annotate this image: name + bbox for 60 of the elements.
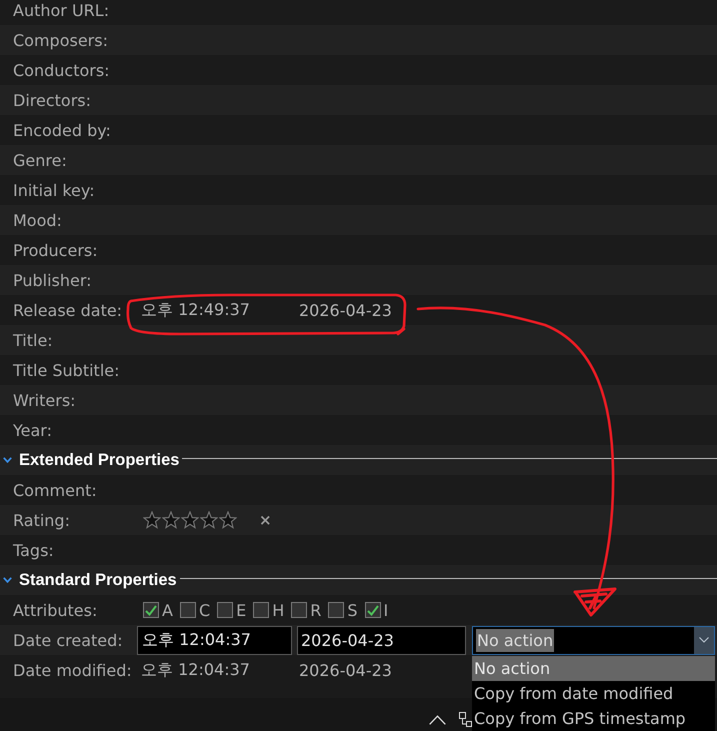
field-label: Writers: <box>13 390 77 410</box>
field-label: Comment: <box>13 480 98 500</box>
action-combobox[interactable]: No action <box>472 626 715 654</box>
star-icon[interactable] <box>200 511 218 529</box>
checkbox[interactable] <box>364 602 381 618</box>
checkbox[interactable] <box>328 602 344 618</box>
star-rating[interactable] <box>143 511 237 529</box>
star-icon[interactable] <box>181 511 199 529</box>
field-label: Release date: <box>13 300 124 320</box>
checkbox-label[interactable]: H <box>272 600 284 620</box>
section-header[interactable]: Standard Properties <box>0 565 717 595</box>
combobox-value: No action <box>476 628 554 652</box>
field-label: Year: <box>13 420 53 440</box>
star-icon[interactable] <box>219 511 237 529</box>
caret-up-icon[interactable] <box>429 715 446 725</box>
date-value: 2026-04-23 <box>298 300 392 320</box>
star-icon[interactable] <box>162 511 180 529</box>
star-icon[interactable] <box>143 511 161 529</box>
dropdown-arrow-button[interactable] <box>694 626 714 654</box>
chevron-down-icon <box>3 457 12 463</box>
dropdown-option[interactable]: No action <box>472 656 715 680</box>
field-label: Genre: <box>13 150 68 170</box>
field-label: Encoded by: <box>13 120 112 140</box>
field-label: Title: <box>13 330 54 350</box>
clear-rating-button[interactable]: × <box>257 511 274 529</box>
field-label: Mood: <box>13 210 63 230</box>
section-header[interactable]: Extended Properties <box>0 445 717 475</box>
checkbox-label[interactable]: A <box>162 600 173 620</box>
field-label: Conductors: <box>13 60 111 80</box>
checkbox[interactable] <box>143 602 159 618</box>
checkbox[interactable] <box>253 602 270 618</box>
field-label: Directors: <box>13 90 92 110</box>
checkbox-label[interactable]: R <box>310 600 322 620</box>
field-label: Composers: <box>13 30 109 50</box>
checkbox[interactable] <box>291 602 308 618</box>
field-label: Initial key: <box>13 180 96 200</box>
dropdown-option[interactable]: Copy from date modified <box>472 680 715 706</box>
chevron-down-icon <box>699 637 709 643</box>
checkbox-label[interactable]: I <box>384 600 388 620</box>
date-field[interactable]: 2026-04-23 <box>297 626 466 654</box>
field-label: Publisher: <box>13 270 93 290</box>
field-label: Date created: <box>13 630 124 650</box>
field-label: Tags: <box>13 540 55 560</box>
time-value: 오후 12:04:37 <box>140 660 251 680</box>
checkbox-label[interactable]: C <box>198 600 210 620</box>
field-label: Rating: <box>13 510 71 530</box>
time-field[interactable]: 오후 12:04:37 <box>137 626 292 654</box>
field-label: Title Subtitle: <box>13 360 120 380</box>
checkbox-label[interactable]: S <box>347 600 358 620</box>
time-value: 오후 12:49:37 <box>140 300 251 320</box>
field-label: Date modified: <box>13 660 133 680</box>
date-value: 2026-04-23 <box>298 660 392 680</box>
field-label: Producers: <box>13 240 99 260</box>
tree-icon[interactable] <box>459 712 472 727</box>
field-label: Attributes: <box>13 600 98 620</box>
chevron-down-icon <box>3 577 12 583</box>
checkbox[interactable] <box>217 602 234 618</box>
field-label: Author URL: <box>13 0 110 20</box>
checkbox-label[interactable]: E <box>236 600 246 620</box>
checkbox[interactable] <box>180 602 196 618</box>
